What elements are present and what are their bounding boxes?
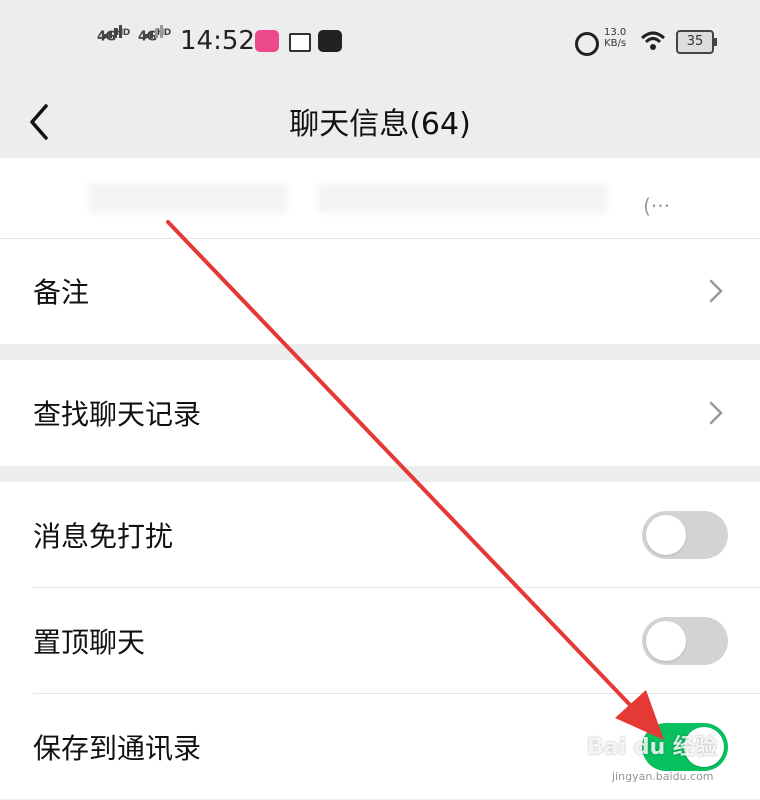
battery-icon: 35: [676, 30, 717, 54]
more-members[interactable]: (···: [643, 194, 670, 218]
mute-row: 消息免打扰: [0, 482, 760, 588]
pin-row: 置顶聊天: [0, 588, 760, 694]
baidu-watermark: Bai du 经验: [587, 735, 717, 760]
mute-toggle[interactable]: [642, 511, 728, 559]
search-history-row[interactable]: 查找聊天记录: [0, 360, 760, 466]
wifi-icon: [640, 31, 666, 50]
toggle-knob: [646, 515, 686, 555]
network-speed: 13.0 KB/s: [604, 27, 627, 49]
member-avatar[interactable]: [88, 183, 288, 213]
alarm-icon: [575, 32, 599, 56]
chevron-right-icon: [709, 401, 723, 425]
page-title: 聊天信息(64): [289, 107, 471, 142]
member-avatar[interactable]: [318, 183, 608, 213]
app-notification-icon: [255, 30, 279, 52]
remark-label: 备注: [33, 276, 90, 309]
nav-bar: 聊天信息(64): [0, 82, 760, 158]
mute-label: 消息免打扰: [33, 520, 174, 553]
pin-toggle[interactable]: [642, 617, 728, 665]
watermark-url: jingyan.baidu.com: [612, 770, 714, 783]
toutiao-icon: [289, 33, 311, 52]
toggle-knob: [646, 621, 686, 661]
status-bar: 4GHD 4GHD 14:52 13.0 KB/s 35: [0, 0, 760, 82]
chevron-right-icon: [709, 279, 723, 303]
save-contacts-label: 保存到通讯录: [33, 732, 202, 765]
remark-row[interactable]: 备注: [0, 238, 760, 344]
search-card: 查找聊天记录: [0, 360, 760, 466]
search-history-label: 查找聊天记录: [33, 398, 202, 431]
members-card: (··· 备注: [0, 158, 760, 344]
clock-time: 14:52: [180, 26, 255, 56]
member-list[interactable]: (···: [0, 158, 760, 238]
message-icon: [318, 30, 342, 52]
pin-label: 置顶聊天: [33, 626, 146, 659]
